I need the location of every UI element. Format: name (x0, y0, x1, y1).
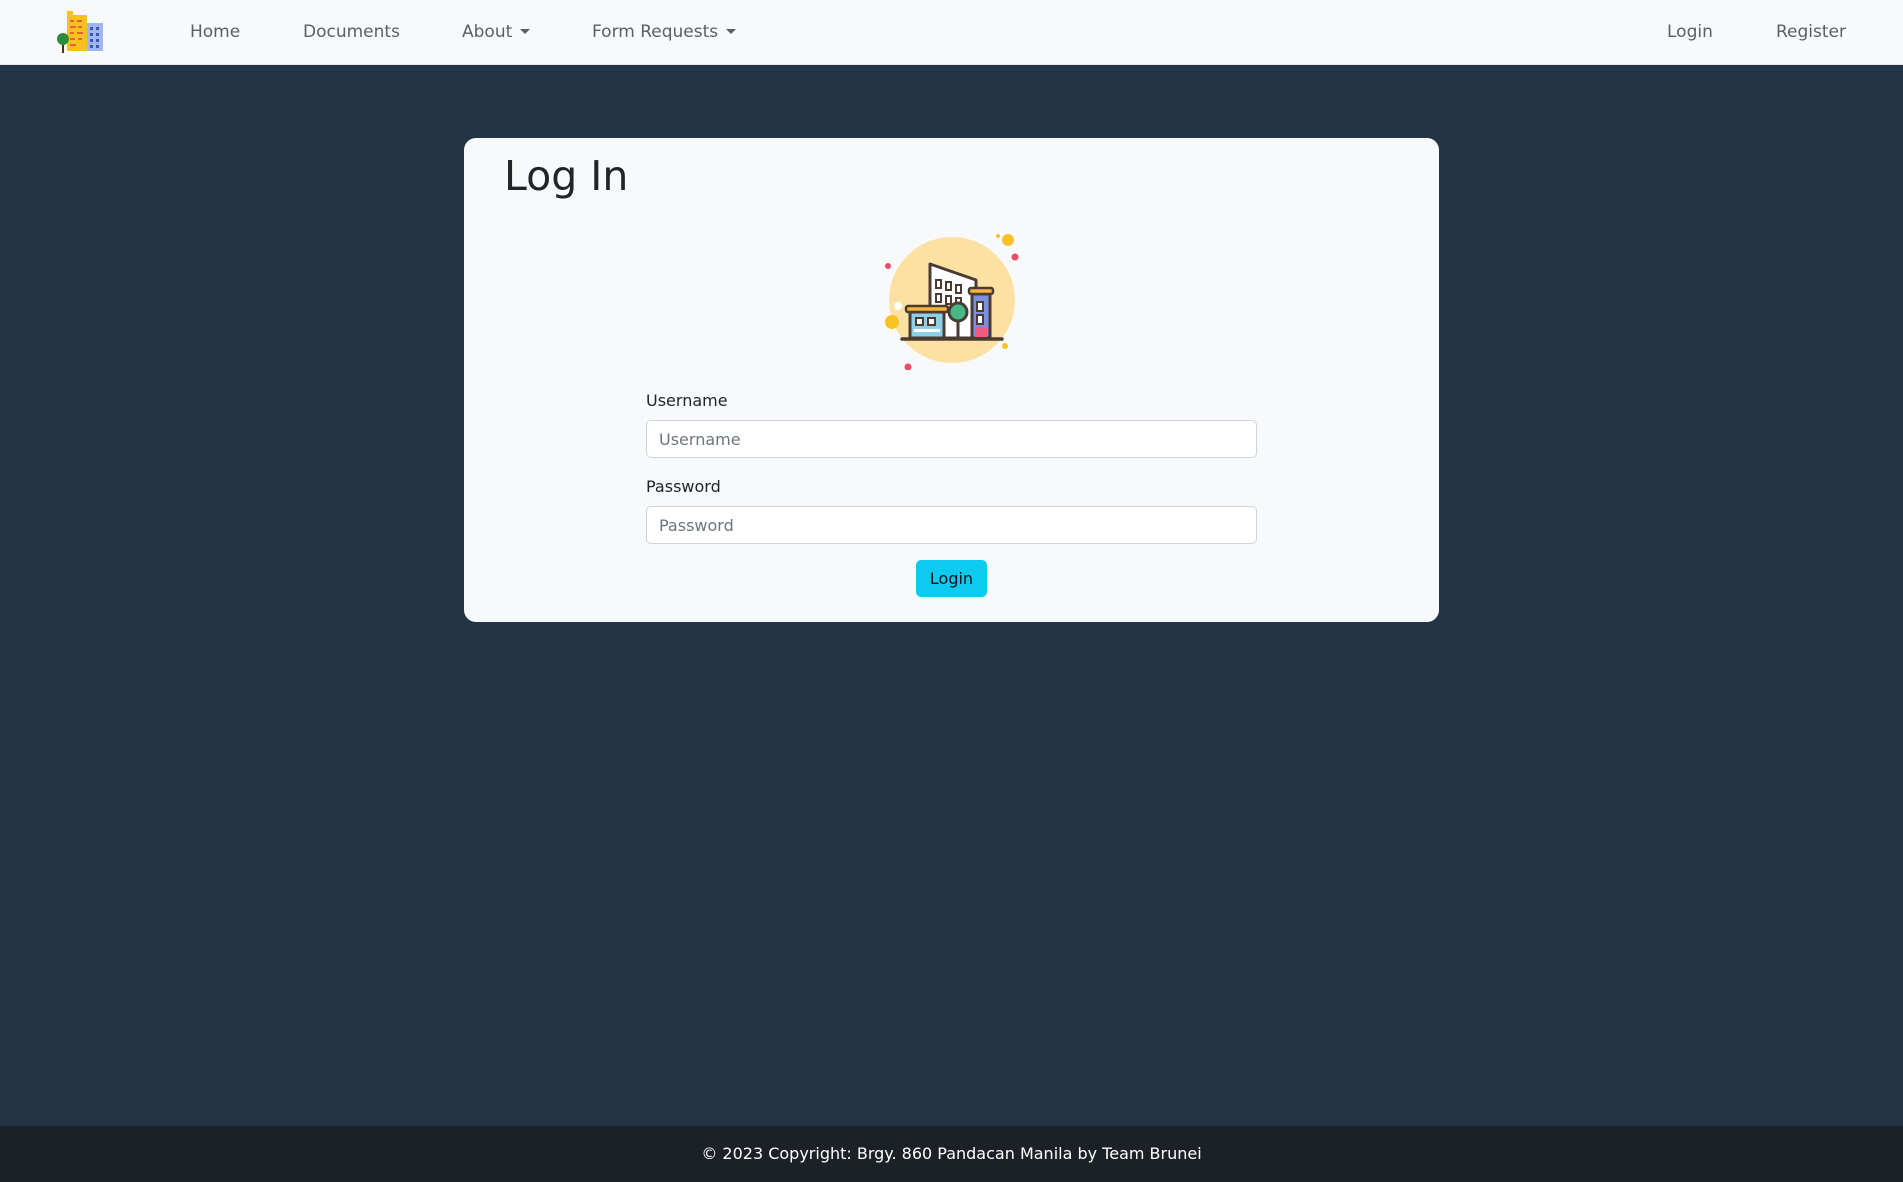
nav-home-link[interactable]: Home (190, 22, 240, 42)
nav-about-dropdown[interactable]: About (462, 22, 531, 42)
nav-register-link[interactable]: Register (1776, 22, 1846, 42)
caret-down-icon (726, 29, 737, 34)
city-buildings-logo-icon[interactable] (57, 11, 109, 55)
page-title: Log In (504, 152, 629, 200)
login-card: Log In Username Username Password Login (464, 138, 1439, 622)
nav-form-requests-label: Form Requests (592, 22, 719, 42)
copyright-text: © 2023 Copyright: Brgy. 860 Pandacan Man… (701, 1144, 1202, 1163)
caret-down-icon (520, 29, 531, 34)
city-buildings-illustration-icon (885, 234, 1019, 370)
nav-about-label: About (462, 22, 513, 42)
page-footer: © 2023 Copyright: Brgy. 860 Pandacan Man… (0, 1126, 1903, 1182)
password-input[interactable] (646, 506, 1257, 544)
login-submit-button[interactable]: Login (916, 560, 987, 597)
top-navbar: Home Documents About Form Requests Login… (0, 0, 1903, 65)
username-input[interactable] (646, 420, 1257, 458)
nav-documents-link[interactable]: Documents (303, 22, 400, 42)
password-label: Password (646, 477, 721, 496)
username-label: Username (646, 391, 728, 410)
nav-form-requests-dropdown[interactable]: Form Requests (592, 22, 737, 42)
nav-login-link[interactable]: Login (1667, 22, 1713, 42)
